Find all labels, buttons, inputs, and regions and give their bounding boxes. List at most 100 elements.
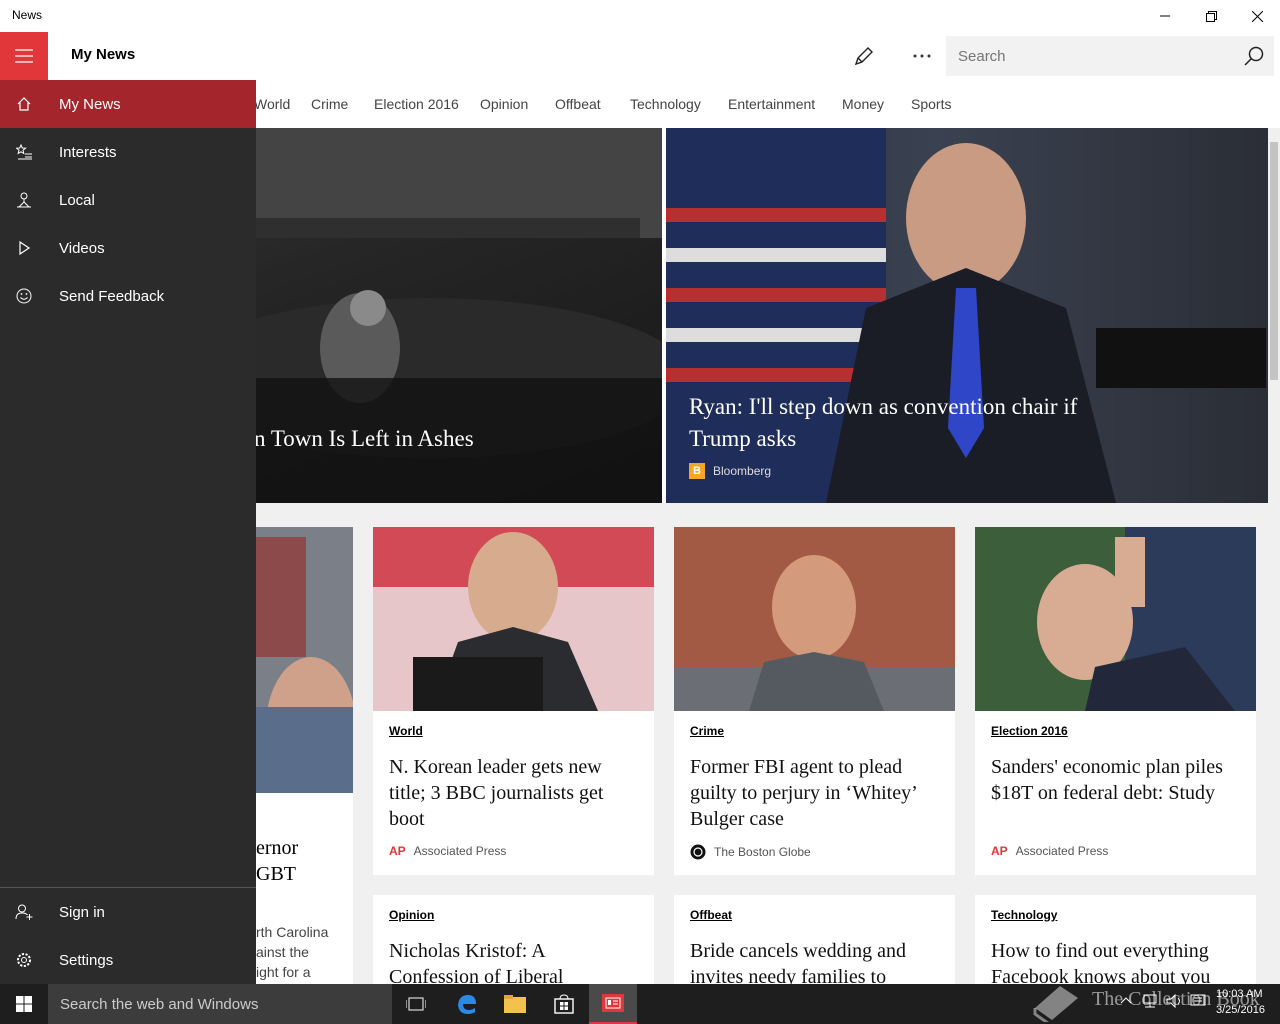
close-button[interactable] bbox=[1234, 0, 1280, 32]
news-card[interactable]: World N. Korean leader gets new title; 3… bbox=[373, 527, 654, 875]
tab-election-2016[interactable]: Election 2016 bbox=[374, 96, 459, 112]
page-title: My News bbox=[71, 46, 136, 63]
nav-item-sign-in[interactable]: Sign in bbox=[0, 888, 256, 936]
nav-item-label: Sign in bbox=[59, 903, 105, 921]
news-card[interactable]: ernor GBT rth Carolina ainst the ight fo… bbox=[256, 527, 353, 984]
card-image bbox=[975, 527, 1256, 711]
nav-item-send-feedback[interactable]: Send Feedback bbox=[0, 272, 256, 320]
taskbar-search-text[interactable]: Search the web and Windows bbox=[60, 996, 258, 1013]
hero-right-title: Ryan: I'll step down as convention chair… bbox=[689, 394, 1078, 451]
local-icon bbox=[0, 192, 48, 208]
card-title-line: GBT bbox=[256, 863, 296, 885]
clock-time[interactable]: 10:03 AM bbox=[1216, 988, 1262, 1000]
smiley-icon bbox=[0, 288, 48, 304]
card-image bbox=[256, 527, 353, 793]
card-source-row: AP Associated Press bbox=[389, 844, 506, 858]
folder-icon bbox=[504, 995, 526, 1013]
title-bar bbox=[0, 0, 1280, 32]
card-category[interactable]: Technology bbox=[991, 908, 1057, 922]
card-source: Associated Press bbox=[413, 844, 507, 858]
card-category[interactable]: Crime bbox=[690, 724, 724, 738]
play-icon bbox=[0, 240, 48, 256]
minimize-icon bbox=[1160, 15, 1170, 17]
news-card[interactable]: Technology How to find out everything Fa… bbox=[975, 895, 1256, 984]
card-category[interactable]: Election 2016 bbox=[991, 724, 1068, 738]
network-icon[interactable] bbox=[1142, 994, 1158, 1008]
hero-story-right[interactable]: Ryan: I'll step down as convention chair… bbox=[666, 128, 1268, 503]
task-view-button[interactable] bbox=[392, 984, 440, 1024]
pencil-icon bbox=[854, 47, 873, 66]
nav-item-settings[interactable]: Settings bbox=[0, 936, 256, 984]
news-card[interactable]: Opinion Nicholas Kristof: A Confession o… bbox=[373, 895, 654, 984]
clock-date[interactable]: 3/25/2016 bbox=[1216, 1004, 1265, 1016]
store-icon bbox=[554, 994, 574, 1014]
tab-offbeat[interactable]: Offbeat bbox=[555, 96, 601, 112]
card-title: Sanders' economic plan piles $18T on fed… bbox=[991, 756, 1223, 804]
search-input[interactable] bbox=[958, 46, 1218, 66]
scrollbar-thumb[interactable] bbox=[1270, 142, 1278, 380]
card-category[interactable]: World bbox=[389, 724, 423, 738]
nav-item-interests[interactable]: Interests bbox=[0, 128, 256, 176]
news-card[interactable]: Crime Former FBI agent to plead guilty t… bbox=[674, 527, 955, 875]
card-category[interactable]: Offbeat bbox=[690, 908, 732, 922]
news-card[interactable]: Offbeat Bride cancels wedding and invite… bbox=[674, 895, 955, 984]
person-add-icon bbox=[0, 904, 48, 920]
close-icon bbox=[1251, 10, 1263, 22]
show-hidden-icons-icon[interactable] bbox=[1120, 996, 1132, 1004]
news-app-taskbar-button[interactable] bbox=[589, 984, 637, 1024]
windows-logo-icon bbox=[16, 996, 32, 1012]
ap-logo-icon: AP bbox=[389, 844, 406, 858]
tab-opinion[interactable]: Opinion bbox=[480, 96, 528, 112]
card-source: Associated Press bbox=[1015, 844, 1109, 858]
tab-money[interactable]: Money bbox=[842, 96, 884, 112]
card-source-row: The Boston Globe bbox=[690, 844, 811, 860]
edit-button[interactable] bbox=[842, 36, 886, 76]
home-icon bbox=[0, 96, 48, 112]
store-button[interactable] bbox=[540, 984, 588, 1024]
card-title: Bride cancels wedding and invites needy … bbox=[690, 940, 907, 984]
action-center-icon[interactable] bbox=[1190, 994, 1206, 1008]
file-explorer-button[interactable] bbox=[491, 984, 539, 1024]
card-title: Nicholas Kristof: A Confession of Libera… bbox=[389, 940, 564, 984]
bloomberg-logo-icon: B bbox=[689, 463, 705, 479]
hero-right-source-row: B Bloomberg bbox=[689, 463, 771, 479]
tab-technology[interactable]: Technology bbox=[630, 96, 701, 112]
edge-button[interactable] bbox=[443, 984, 491, 1024]
restore-icon bbox=[1205, 10, 1217, 22]
nav-item-label: Local bbox=[59, 191, 95, 209]
gear-icon bbox=[0, 952, 48, 968]
nav-item-videos[interactable]: Videos bbox=[0, 224, 256, 272]
search-icon[interactable] bbox=[1243, 45, 1265, 67]
more-icon bbox=[913, 54, 931, 58]
hamburger-icon bbox=[15, 49, 33, 63]
more-button[interactable] bbox=[900, 36, 944, 76]
card-source-row: AP Associated Press bbox=[991, 844, 1108, 858]
task-view-icon bbox=[406, 997, 426, 1011]
volume-icon[interactable] bbox=[1166, 994, 1184, 1008]
book-watermark-icon bbox=[1030, 978, 1080, 1022]
restore-button[interactable] bbox=[1188, 0, 1234, 32]
card-image bbox=[373, 527, 654, 711]
card-snippet-line: ainst the bbox=[256, 944, 309, 960]
card-title: Former FBI agent to plead guilty to perj… bbox=[690, 756, 917, 830]
card-snippet-line: rth Carolina bbox=[256, 924, 329, 940]
tab-crime[interactable]: Crime bbox=[311, 96, 348, 112]
nav-item-label: Settings bbox=[59, 951, 114, 969]
minimize-button[interactable] bbox=[1142, 0, 1188, 32]
tab-world[interactable]: World bbox=[254, 96, 290, 112]
app-title: News bbox=[12, 8, 43, 22]
ap-logo-icon: AP bbox=[991, 844, 1008, 858]
hamburger-button[interactable] bbox=[0, 32, 48, 80]
card-snippet-line: ight for a bbox=[256, 964, 311, 980]
start-button[interactable] bbox=[0, 984, 48, 1024]
news-icon bbox=[602, 994, 624, 1012]
card-title: N. Korean leader gets new title; 3 BBC j… bbox=[389, 756, 604, 830]
tab-entertainment[interactable]: Entertainment bbox=[728, 96, 815, 112]
nav-item-local[interactable]: Local bbox=[0, 176, 256, 224]
nav-item-my-news[interactable]: My News bbox=[0, 80, 256, 128]
nav-item-label: Interests bbox=[59, 143, 117, 161]
news-card[interactable]: Election 2016 Sanders' economic plan pil… bbox=[975, 527, 1256, 875]
edge-icon bbox=[458, 995, 476, 1014]
tab-sports[interactable]: Sports bbox=[911, 96, 951, 112]
card-category[interactable]: Opinion bbox=[389, 908, 434, 922]
